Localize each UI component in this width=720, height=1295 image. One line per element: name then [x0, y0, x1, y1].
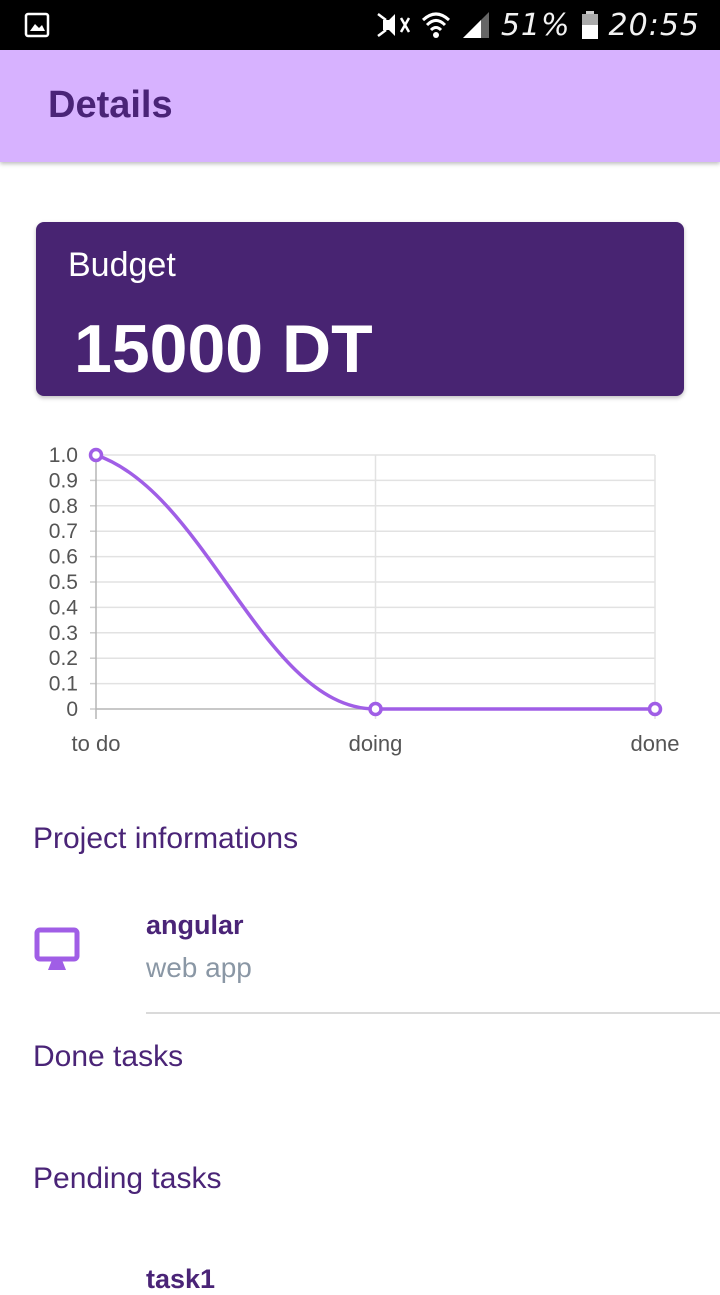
project-type: web app	[146, 952, 252, 983]
y-tick-label: 0.8	[49, 495, 78, 518]
x-tick-label: done	[631, 731, 680, 756]
y-tick-label: 0.3	[49, 622, 78, 645]
done-tasks-heading: Done tasks	[33, 1040, 184, 1073]
y-tick-label: 0.5	[49, 571, 78, 594]
y-tick-label: 0	[66, 698, 78, 721]
y-tick-label: 0.6	[49, 546, 78, 569]
progress-line-chart: 00.1 0.20.3 0.40.50.6 0.70.8 0.91.0 to do doin…	[49, 444, 680, 756]
monitor-icon	[34, 927, 80, 970]
data-point	[368, 701, 383, 717]
page-title: Details	[48, 84, 173, 126]
x-tick-label: doing	[349, 731, 403, 756]
x-tick-label: to do	[72, 731, 121, 756]
pending-tasks-heading: Pending tasks	[33, 1162, 222, 1195]
budget-card: Budget 15000 DT	[36, 222, 684, 396]
y-tick-label: 0.7	[49, 520, 78, 543]
list-divider	[146, 1012, 720, 1014]
budget-label: Budget	[68, 246, 176, 284]
gallery-icon	[24, 12, 50, 38]
y-tick-label: 0.4	[49, 596, 79, 619]
data-point	[647, 701, 663, 717]
battery-icon	[581, 11, 598, 39]
data-point	[88, 447, 104, 463]
project-name[interactable]: angular	[146, 910, 244, 941]
project-informations-heading: Project informations	[33, 822, 299, 855]
status-bar: 51% 20:55	[0, 0, 720, 50]
mute-icon	[377, 13, 410, 37]
signal-icon	[462, 12, 489, 38]
y-tick-label: 0.2	[49, 647, 78, 670]
app-bar: Details	[0, 50, 720, 162]
y-tick-label: 0.9	[49, 469, 78, 492]
clock: 20:55	[608, 7, 700, 43]
y-tick-label: 0.1	[49, 673, 78, 696]
wifi-icon	[421, 12, 450, 38]
y-tick-label: 1.0	[49, 444, 78, 467]
battery-percent: 51%	[500, 7, 571, 43]
budget-value: 15000 DT	[74, 311, 373, 387]
